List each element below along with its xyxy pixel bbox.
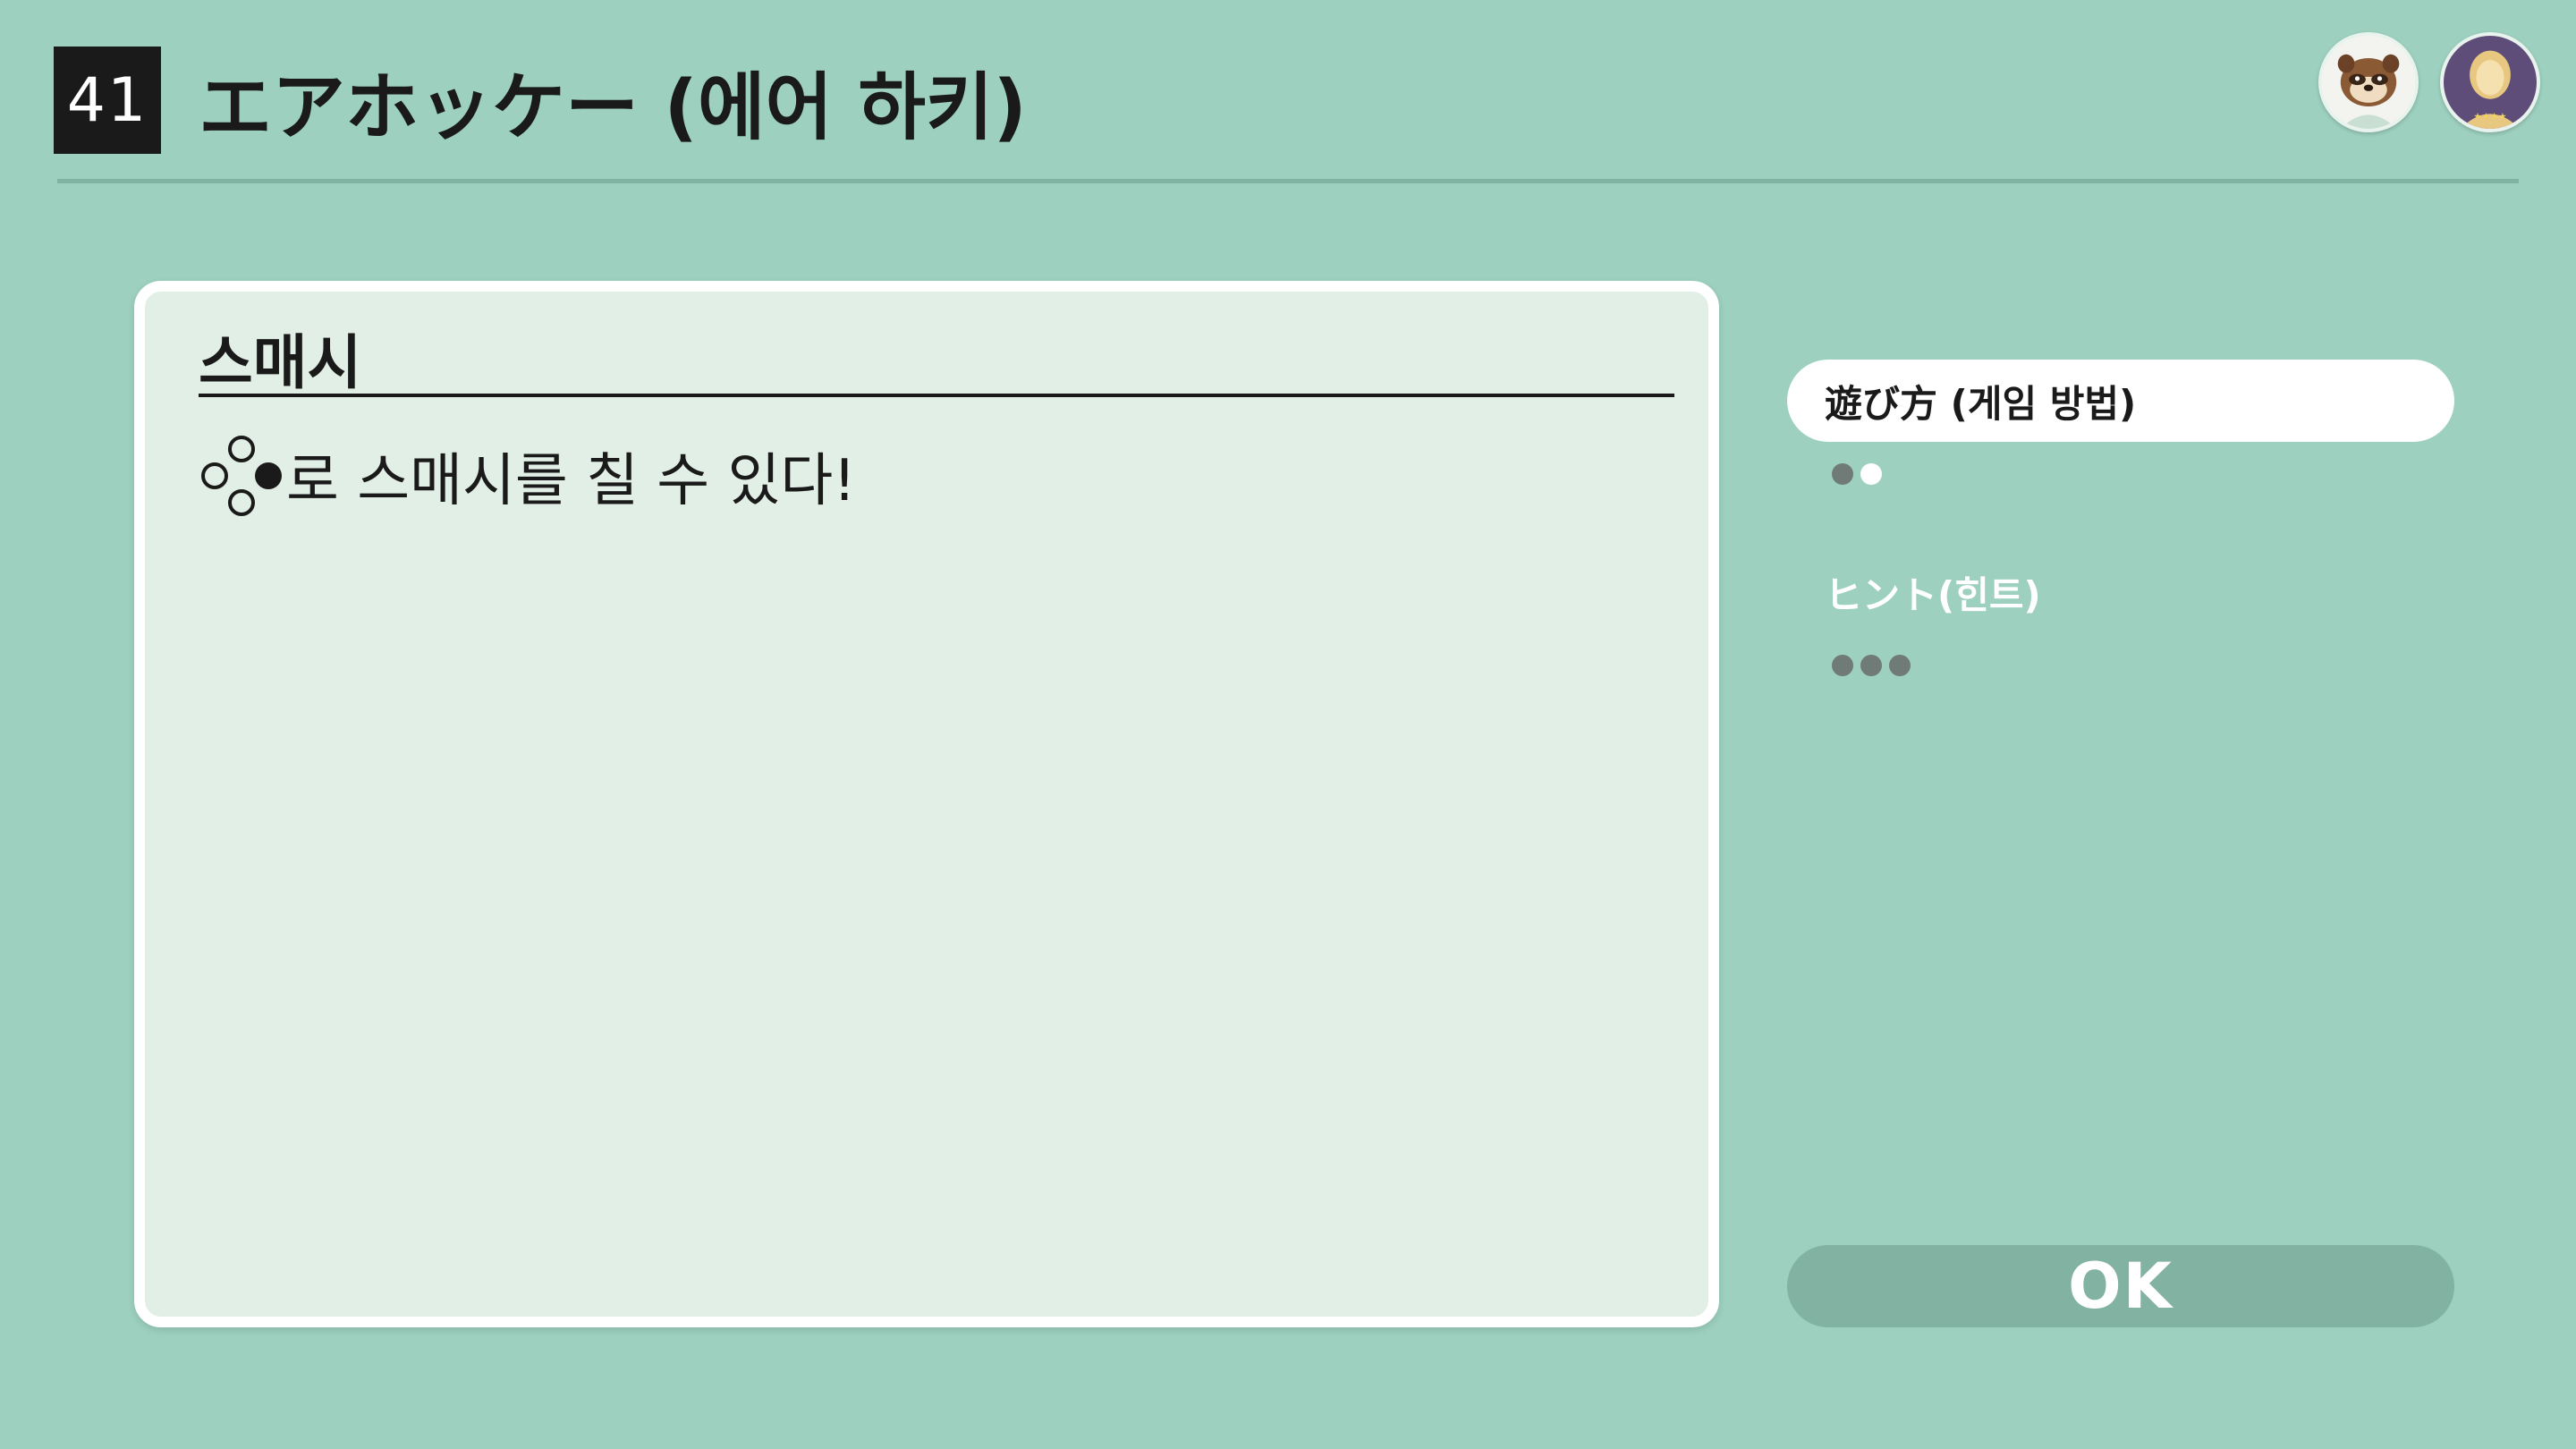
page-indicator-hints <box>1832 655 1911 676</box>
page-indicator-how-to-play <box>1832 463 1882 485</box>
page-dot <box>1832 463 1853 485</box>
instruction-text: 로 스매시를 칠 수 있다! <box>286 448 856 514</box>
right-face-button-icon <box>201 436 282 516</box>
page-dot-active <box>1860 463 1882 485</box>
header-divider <box>57 179 2519 183</box>
player-silhouette-icon[interactable]: ★★★★ <box>2440 32 2540 132</box>
game-number-badge: 41 <box>54 47 161 154</box>
panel-divider <box>199 394 1674 397</box>
page-dot <box>1860 655 1882 676</box>
panel-heading: 스매시 <box>199 328 362 397</box>
tab-how-to-play[interactable]: 遊び方 (게임 방법) <box>1787 360 2454 442</box>
instruction-panel: 스매시 로 스매시를 칠 수 있다! <box>134 281 1719 1327</box>
ok-button[interactable]: OK <box>1787 1245 2454 1327</box>
raccoon-character-icon[interactable] <box>2318 32 2419 132</box>
page-dot <box>1832 655 1853 676</box>
instruction-text-line: 로 스매시를 칠 수 있다! <box>199 433 856 519</box>
page-dot <box>1889 655 1911 676</box>
game-title: エアホッケー (에어 하키) <box>199 64 1027 150</box>
svg-text:★★★★: ★★★★ <box>2473 112 2506 123</box>
tab-hints[interactable]: ヒント(힌트) <box>1787 551 2454 633</box>
